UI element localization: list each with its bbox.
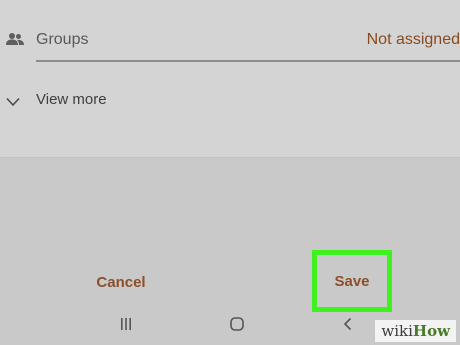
groups-divider [36, 60, 460, 62]
people-icon [6, 32, 24, 46]
view-more-label: View more [36, 91, 107, 108]
recents-icon[interactable] [118, 316, 134, 332]
home-icon[interactable] [229, 316, 245, 332]
save-button[interactable]: Save [317, 255, 387, 307]
watermark-suffix: How [412, 322, 450, 340]
wikihow-watermark: wikiHow [375, 320, 456, 342]
groups-field[interactable]: Groups Not assigned [0, 22, 460, 62]
groups-value[interactable]: Not assigned [367, 31, 460, 49]
contact-details-panel: Groups Not assigned View more [0, 0, 460, 158]
chevron-down-icon [6, 94, 20, 107]
view-more-toggle[interactable]: View more [0, 82, 460, 118]
watermark-prefix: wiki [381, 322, 413, 340]
back-icon[interactable] [340, 316, 356, 332]
groups-label: Groups [36, 31, 89, 48]
cancel-button[interactable]: Cancel [88, 268, 154, 296]
